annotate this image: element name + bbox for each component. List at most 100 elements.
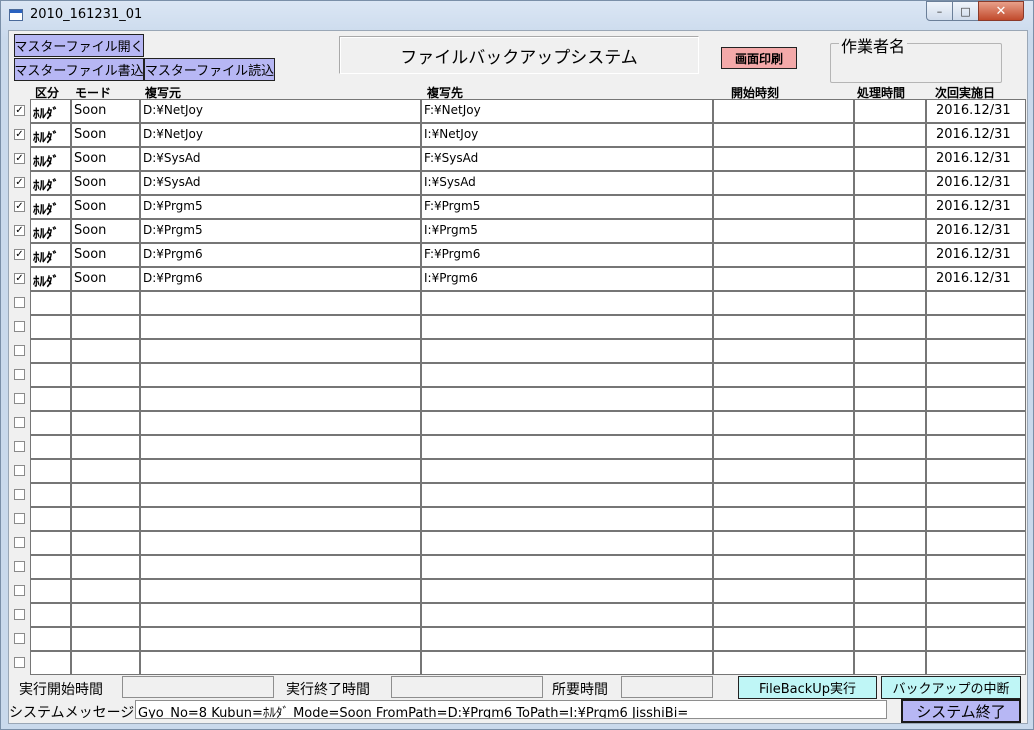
kubun-cell[interactable] bbox=[30, 483, 71, 507]
to-path-cell[interactable]: F:¥Prgm5 bbox=[421, 195, 713, 219]
checkbox-icon[interactable] bbox=[14, 609, 25, 620]
kubun-cell[interactable] bbox=[30, 339, 71, 363]
next-date-cell[interactable] bbox=[926, 603, 1026, 627]
process-time-cell[interactable] bbox=[854, 411, 926, 435]
checkbox-icon[interactable] bbox=[14, 417, 25, 428]
process-time-cell[interactable] bbox=[854, 435, 926, 459]
next-date-cell[interactable] bbox=[926, 459, 1026, 483]
mode-cell[interactable] bbox=[71, 483, 140, 507]
to-path-cell[interactable] bbox=[421, 435, 713, 459]
next-date-cell[interactable] bbox=[926, 627, 1026, 651]
start-time-cell[interactable] bbox=[713, 435, 854, 459]
process-time-cell[interactable] bbox=[854, 171, 926, 195]
process-time-cell[interactable] bbox=[854, 387, 926, 411]
process-time-cell[interactable] bbox=[854, 459, 926, 483]
next-date-cell[interactable] bbox=[926, 411, 1026, 435]
start-time-cell[interactable] bbox=[713, 411, 854, 435]
mode-cell[interactable]: Soon bbox=[71, 171, 140, 195]
next-date-cell[interactable]: 2016.12/31 bbox=[926, 171, 1026, 195]
checkbox-icon[interactable] bbox=[14, 465, 25, 476]
start-time-cell[interactable] bbox=[713, 123, 854, 147]
abort-backup-button[interactable]: バックアップの中断 bbox=[881, 676, 1021, 699]
to-path-cell[interactable] bbox=[421, 387, 713, 411]
start-time-cell[interactable] bbox=[713, 579, 854, 603]
kubun-cell[interactable]: ﾎﾙﾀﾞ bbox=[30, 171, 71, 195]
mode-cell[interactable] bbox=[71, 435, 140, 459]
next-date-cell[interactable] bbox=[926, 435, 1026, 459]
next-date-cell[interactable]: 2016.12/31 bbox=[926, 123, 1026, 147]
to-path-cell[interactable] bbox=[421, 603, 713, 627]
system-message-field[interactable]: Gyo_No=8 Kubun=ﾎﾙﾀﾞ Mode=Soon FromPath=D… bbox=[135, 700, 887, 719]
start-time-cell[interactable] bbox=[713, 315, 854, 339]
to-path-cell[interactable]: I:¥NetJoy bbox=[421, 123, 713, 147]
to-path-cell[interactable] bbox=[421, 531, 713, 555]
process-time-cell[interactable] bbox=[854, 507, 926, 531]
process-time-cell[interactable] bbox=[854, 315, 926, 339]
from-path-cell[interactable] bbox=[140, 339, 421, 363]
next-date-cell[interactable]: 2016.12/31 bbox=[926, 267, 1026, 291]
checkbox-icon[interactable]: ✓ bbox=[14, 105, 25, 116]
to-path-cell[interactable] bbox=[421, 315, 713, 339]
start-time-cell[interactable] bbox=[713, 99, 854, 123]
next-date-cell[interactable] bbox=[926, 339, 1026, 363]
start-time-cell[interactable] bbox=[713, 363, 854, 387]
kubun-cell[interactable]: ﾎﾙﾀﾞ bbox=[30, 195, 71, 219]
checkbox-icon[interactable] bbox=[14, 561, 25, 572]
from-path-cell[interactable] bbox=[140, 483, 421, 507]
mode-cell[interactable] bbox=[71, 291, 140, 315]
mode-cell[interactable] bbox=[71, 555, 140, 579]
mode-cell[interactable] bbox=[71, 627, 140, 651]
kubun-cell[interactable] bbox=[30, 507, 71, 531]
checkbox-icon[interactable]: ✓ bbox=[14, 177, 25, 188]
start-time-cell[interactable] bbox=[713, 651, 854, 675]
checkbox-icon[interactable]: ✓ bbox=[14, 153, 25, 164]
kubun-cell[interactable]: ﾎﾙﾀﾞ bbox=[30, 219, 71, 243]
next-date-cell[interactable]: 2016.12/31 bbox=[926, 99, 1026, 123]
mode-cell[interactable] bbox=[71, 387, 140, 411]
mode-cell[interactable]: Soon bbox=[71, 243, 140, 267]
start-time-cell[interactable] bbox=[713, 291, 854, 315]
mode-cell[interactable] bbox=[71, 531, 140, 555]
kubun-cell[interactable] bbox=[30, 603, 71, 627]
to-path-cell[interactable]: I:¥Prgm6 bbox=[421, 267, 713, 291]
mode-cell[interactable]: Soon bbox=[71, 267, 140, 291]
kubun-cell[interactable]: ﾎﾙﾀﾞ bbox=[30, 267, 71, 291]
next-date-cell[interactable] bbox=[926, 483, 1026, 507]
process-time-cell[interactable] bbox=[854, 99, 926, 123]
next-date-cell[interactable]: 2016.12/31 bbox=[926, 147, 1026, 171]
kubun-cell[interactable]: ﾎﾙﾀﾞ bbox=[30, 243, 71, 267]
checkbox-icon[interactable]: ✓ bbox=[14, 225, 25, 236]
from-path-cell[interactable]: D:¥Prgm6 bbox=[140, 243, 421, 267]
process-time-cell[interactable] bbox=[854, 243, 926, 267]
mode-cell[interactable]: Soon bbox=[71, 123, 140, 147]
from-path-cell[interactable] bbox=[140, 603, 421, 627]
to-path-cell[interactable] bbox=[421, 579, 713, 603]
run-backup-button[interactable]: FileBackUp実行 bbox=[738, 676, 877, 699]
mode-cell[interactable] bbox=[71, 315, 140, 339]
start-time-cell[interactable] bbox=[713, 147, 854, 171]
process-time-cell[interactable] bbox=[854, 267, 926, 291]
checkbox-icon[interactable]: ✓ bbox=[14, 129, 25, 140]
mode-cell[interactable] bbox=[71, 363, 140, 387]
checkbox-icon[interactable] bbox=[14, 345, 25, 356]
mode-cell[interactable] bbox=[71, 459, 140, 483]
kubun-cell[interactable] bbox=[30, 363, 71, 387]
checkbox-icon[interactable]: ✓ bbox=[14, 273, 25, 284]
kubun-cell[interactable]: ﾎﾙﾀﾞ bbox=[30, 99, 71, 123]
kubun-cell[interactable] bbox=[30, 627, 71, 651]
read-master-button[interactable]: マスターファイル読込 bbox=[144, 58, 275, 81]
next-date-cell[interactable]: 2016.12/31 bbox=[926, 195, 1026, 219]
close-button[interactable]: ✕ bbox=[978, 1, 1024, 21]
to-path-cell[interactable] bbox=[421, 483, 713, 507]
mode-cell[interactable] bbox=[71, 411, 140, 435]
process-time-cell[interactable] bbox=[854, 555, 926, 579]
kubun-cell[interactable] bbox=[30, 291, 71, 315]
checkbox-icon[interactable]: ✓ bbox=[14, 201, 25, 212]
to-path-cell[interactable]: I:¥Prgm5 bbox=[421, 219, 713, 243]
kubun-cell[interactable] bbox=[30, 531, 71, 555]
process-time-cell[interactable] bbox=[854, 531, 926, 555]
to-path-cell[interactable] bbox=[421, 507, 713, 531]
next-date-cell[interactable] bbox=[926, 387, 1026, 411]
next-date-cell[interactable] bbox=[926, 651, 1026, 675]
start-time-cell[interactable] bbox=[713, 507, 854, 531]
